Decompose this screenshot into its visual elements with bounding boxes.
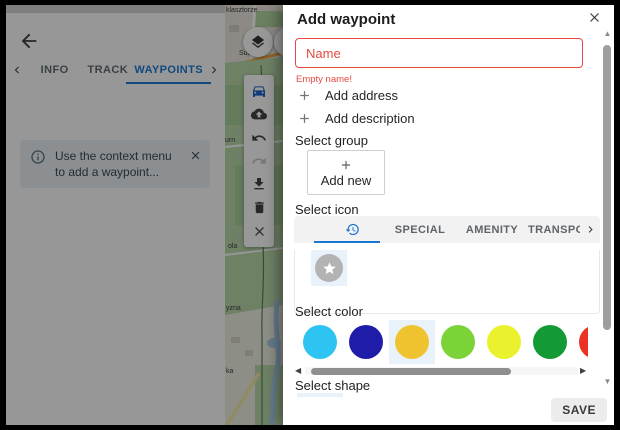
name-input[interactable]: Name: [295, 38, 583, 68]
color-dot: [395, 325, 429, 359]
color-swatch[interactable]: [573, 320, 588, 364]
scroll-left-icon[interactable]: ◀: [295, 366, 303, 376]
dialog-footer: SAVE: [283, 397, 614, 425]
color-dot: [349, 325, 383, 359]
color-dot: [487, 325, 521, 359]
icon-tab-special[interactable]: SPECIAL: [384, 224, 456, 236]
save-button[interactable]: SAVE: [551, 398, 607, 422]
scroll-down-icon[interactable]: ▼: [602, 377, 613, 386]
icon-tab-recent[interactable]: [320, 222, 384, 237]
icon-tab-transport-label: TRANSPORT: [528, 224, 580, 236]
add-description-button[interactable]: Add description: [297, 111, 415, 126]
color-swatch[interactable]: [297, 320, 343, 364]
color-dot: [533, 325, 567, 359]
name-input-label: Name: [306, 46, 341, 61]
icon-tabs-more-icon[interactable]: [580, 223, 600, 236]
history-icon: [345, 222, 360, 237]
app-viewport: INFO TRACK WAYPOINTS Use the context men…: [6, 5, 614, 425]
color-swatch[interactable]: [435, 320, 481, 364]
select-icon-label: Select icon: [295, 202, 359, 217]
app-window: INFO TRACK WAYPOINTS Use the context men…: [0, 0, 620, 430]
plus-icon: [297, 88, 312, 103]
color-swatch[interactable]: [527, 320, 573, 364]
dialog-close-button[interactable]: [585, 10, 603, 28]
icon-tab-special-label: SPECIAL: [395, 224, 445, 236]
plus-icon: [339, 158, 353, 172]
active-tab-underline: [314, 241, 380, 243]
modal-backdrop[interactable]: [6, 5, 283, 425]
color-picker: [295, 320, 588, 364]
scroll-up-icon[interactable]: ▲: [602, 29, 613, 38]
scrollbar-track[interactable]: [305, 367, 578, 375]
dialog-body: Name Empty name! Add address Add descrip…: [283, 32, 601, 398]
color-scrollbar: ◀ ▶: [295, 366, 588, 376]
icon-tab-amenity[interactable]: AMENITY: [456, 224, 528, 236]
dialog-title: Add waypoint: [297, 11, 395, 28]
color-dot: [441, 325, 475, 359]
add-new-group-label: Add new: [321, 173, 372, 188]
color-swatch[interactable]: [481, 320, 527, 364]
name-error: Empty name!: [296, 74, 352, 85]
add-group-button[interactable]: Add new: [307, 150, 385, 195]
add-description-label: Add description: [325, 111, 415, 126]
color-dot: [579, 325, 588, 359]
dialog-scrollbar: ▲ ▼: [602, 27, 613, 393]
icon-picker: SPECIAL AMENITY TRANSPORT: [294, 216, 600, 314]
add-waypoint-dialog: Add waypoint Name Empty name! Add addres…: [283, 5, 614, 425]
color-dot: [303, 325, 337, 359]
color-swatch-selected[interactable]: [389, 320, 435, 364]
select-group-label: Select group: [295, 133, 368, 148]
select-color-label: Select color: [295, 304, 363, 319]
color-swatch[interactable]: [343, 320, 389, 364]
star-icon: [315, 254, 343, 282]
add-address-label: Add address: [325, 88, 398, 103]
waypoint-icon-star[interactable]: [311, 250, 347, 286]
scrollbar-thumb[interactable]: [603, 45, 611, 330]
scrollbar-thumb[interactable]: [311, 368, 511, 375]
add-address-button[interactable]: Add address: [297, 88, 398, 103]
scroll-right-icon[interactable]: ▶: [580, 366, 588, 376]
icon-tab-amenity-label: AMENITY: [466, 224, 518, 236]
close-icon: [587, 10, 602, 25]
plus-icon: [297, 111, 312, 126]
select-shape-label: Select shape: [295, 378, 370, 393]
icon-category-tabs: SPECIAL AMENITY TRANSPORT: [294, 216, 600, 243]
icon-tab-transport[interactable]: TRANSPORT: [528, 224, 580, 236]
